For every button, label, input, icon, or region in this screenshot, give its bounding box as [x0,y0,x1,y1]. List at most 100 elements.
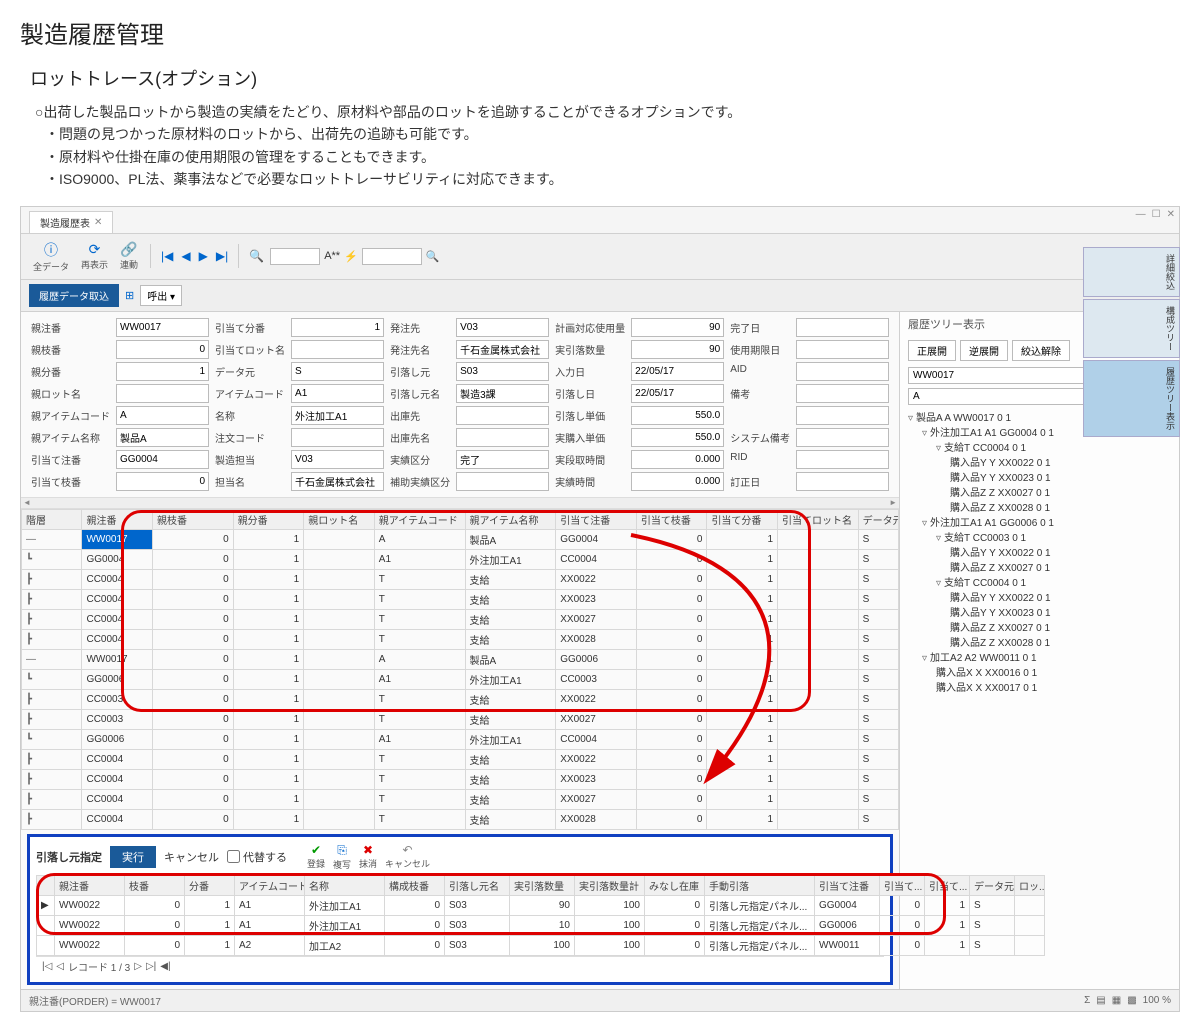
side-tab-history[interactable]: 履歴ツリー表示 [1083,360,1180,437]
grid-header[interactable]: 親分番 [233,509,304,529]
form-field[interactable] [796,450,889,469]
form-field[interactable] [796,384,889,403]
side-tab-filter[interactable]: 詳細絞込 [1083,247,1180,297]
nav-last-icon[interactable]: ▷| [146,961,156,972]
form-field[interactable] [116,406,209,425]
tree-node[interactable]: 購入品Y Y XX0022 0 1 [908,546,1171,561]
main-grid[interactable]: 階層親注番親枝番親分番親ロット名親アイテムコード親アイテム名称引当て注番引当て枝… [21,509,899,830]
tab-history[interactable]: 製造履歴表 ✕ [29,211,113,233]
form-field[interactable] [796,406,889,425]
table-row[interactable]: —WW001701A製品AGG000601S [22,649,899,669]
grid-header[interactable]: 構成枝番 [385,875,445,895]
nav-new-icon[interactable]: ◀| [160,961,170,972]
form-field[interactable] [631,428,724,447]
table-row[interactable]: ┣CC000401T支給XX002301S [22,769,899,789]
grid-header[interactable]: 親アイテムコード [374,509,465,529]
grid-header[interactable]: 引当て... [880,875,925,895]
grid-header[interactable]: 引当て... [925,875,970,895]
grid-header[interactable]: 親ロット名 [304,509,375,529]
form-field[interactable] [456,362,549,381]
tree-node[interactable]: ▿外注加工A1 A1 GG0006 0 1 [908,516,1171,531]
form-field[interactable] [796,340,889,359]
link-button[interactable]: 🔗連動 [116,239,142,273]
tree-node[interactable]: 購入品X X XX0017 0 1 [908,681,1171,696]
nav-first-icon[interactable]: |◁ [42,961,52,972]
form-field[interactable] [796,362,889,381]
form-field[interactable] [291,362,384,381]
tree-node[interactable]: 購入品Y Y XX0022 0 1 [908,591,1171,606]
cancel-button[interactable]: キャンセル [164,849,219,865]
form-field[interactable] [116,318,209,337]
tree-clear-button[interactable]: 絞込解除 [1012,340,1070,361]
grid-header[interactable]: 引当てロット名 [778,509,859,529]
form-field[interactable] [291,428,384,447]
register-button[interactable]: ✔登録 [307,843,325,871]
caret-icon[interactable]: ▿ [922,653,927,664]
table-row[interactable]: ┣CC000301T支給XX002201S [22,689,899,709]
maximize-icon[interactable]: ☐ [1152,209,1161,220]
all-data-button[interactable]: ⓘ全データ [29,238,73,275]
table-row[interactable]: WW002201A1外注加工A10S03101000引落し元指定パネル...GG… [37,915,1045,935]
search-input-2[interactable] [362,248,422,265]
tree-node[interactable]: 購入品Y Y XX0023 0 1 [908,471,1171,486]
tab-close-icon[interactable]: ✕ [94,217,102,228]
form-field[interactable] [631,318,724,337]
nav-prev-icon[interactable]: ◀ [179,249,192,263]
grid-header[interactable]: ロッ... [1015,875,1045,895]
tree-reverse-button[interactable]: 逆展開 [960,340,1008,361]
table-row[interactable]: —WW001701A製品AGG000401S [22,529,899,549]
table-row[interactable]: ▶WW002201A1外注加工A10S03901000引落し元指定パネル...G… [37,895,1045,915]
execute-button[interactable]: 実行 [110,846,156,868]
copy-button[interactable]: ⎘複写 [333,843,351,871]
tree-node[interactable]: ▿支給T CC0004 0 1 [908,441,1171,456]
grid-header[interactable]: 引当て枝番 [636,509,707,529]
expand-icon[interactable]: ⊞ [125,289,134,302]
form-field[interactable] [456,472,549,491]
form-field[interactable] [796,318,889,337]
load-history-button[interactable]: 履歴データ取込 [29,284,119,307]
table-row[interactable]: ┣CC000401T支給XX002301S [22,589,899,609]
tree-node[interactable]: 購入品Z Z XX0027 0 1 [908,561,1171,576]
caret-icon[interactable]: ▿ [908,413,913,424]
form-field[interactable] [796,472,889,491]
form-field[interactable] [796,428,889,447]
tree-node[interactable]: 購入品X X XX0016 0 1 [908,666,1171,681]
table-row[interactable]: ┣CC000301T支給XX002701S [22,709,899,729]
form-field[interactable] [456,318,549,337]
tree-node[interactable]: ▿支給T CC0003 0 1 [908,531,1171,546]
form-field[interactable] [116,428,209,447]
close-icon[interactable]: ✕ [1167,209,1175,220]
table-row[interactable]: ┣CC000401T支給XX002701S [22,789,899,809]
form-field[interactable] [631,362,724,381]
view-icon-3[interactable]: ▩ [1127,995,1136,1006]
mini-cancel-button[interactable]: ↶キャンセル [385,843,430,871]
table-row[interactable]: ┗GG000401A1外注加工A1CC000401S [22,549,899,569]
binoculars-icon[interactable]: 🔍 [247,249,266,263]
substitute-checkbox[interactable]: 代替する [227,849,287,865]
sigma-icon[interactable]: Σ [1084,995,1090,1006]
grid-header[interactable]: 実引落数量計 [575,875,645,895]
nav-first-icon[interactable]: |◀ [159,249,175,263]
grid-header[interactable]: 引当て注番 [556,509,637,529]
nav-next-icon[interactable]: ▷ [134,961,142,972]
redisplay-button[interactable]: ⟳再表示 [77,239,112,273]
tree-node[interactable]: 購入品Y Y XX0023 0 1 [908,606,1171,621]
tree-node[interactable]: 購入品Z Z XX0027 0 1 [908,486,1171,501]
horizontal-scrollbar[interactable] [21,497,899,509]
side-tab-structure[interactable]: 構成ツリー [1083,299,1180,358]
tree-node[interactable]: 購入品Z Z XX0027 0 1 [908,621,1171,636]
grid-header[interactable]: みなし在庫 [645,875,705,895]
caret-icon[interactable]: ▿ [936,443,941,454]
grid-header[interactable]: 階層 [22,509,82,529]
magnify-icon[interactable]: 🔍 [426,250,440,263]
grid-header[interactable]: 分番 [185,875,235,895]
grid-header[interactable] [37,875,55,895]
search-input-1[interactable] [270,248,320,265]
form-field[interactable] [291,450,384,469]
minimize-icon[interactable]: — [1136,209,1146,220]
table-row[interactable]: ┗GG000601A1外注加工A1CC000301S [22,669,899,689]
form-field[interactable] [456,340,549,359]
caret-icon[interactable]: ▿ [922,518,927,529]
nav-next-icon[interactable]: ▶ [197,249,210,263]
grid-header[interactable]: 手動引落 [705,875,815,895]
